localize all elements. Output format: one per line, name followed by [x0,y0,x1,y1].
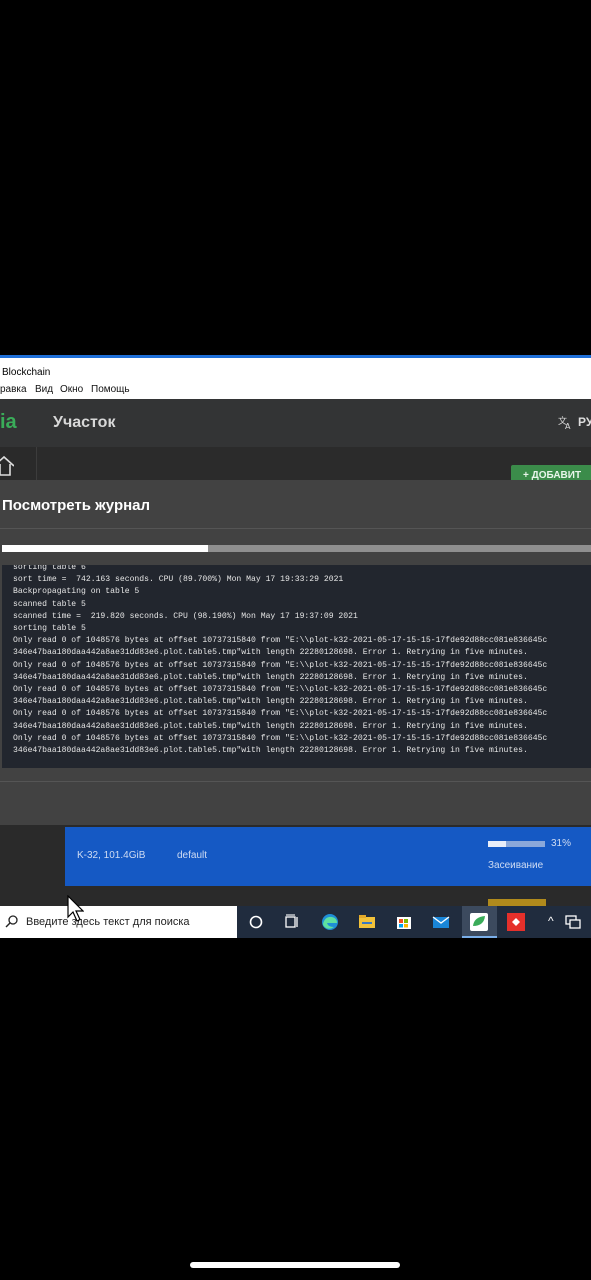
divider [0,528,591,529]
plot-pool: default [177,850,208,861]
plot-progress-fill [488,841,506,847]
mouse-cursor-icon [67,895,84,922]
dialog-title: Посмотреть журнал [2,497,151,514]
plot-row[interactable]: K-32, 101.4GiB default 31% Засеивание [65,827,591,886]
chia-logo: ia [0,411,17,433]
desktop-screen: Blockchain равка Вид Окно Помощь ia Учас… [0,355,591,938]
search-icon [5,915,18,928]
window-title-bar: Blockchain [0,355,591,382]
anydesk-icon[interactable] [505,911,527,933]
home-indicator[interactable] [190,1262,400,1268]
chia-icon[interactable] [468,911,490,933]
menu-edit[interactable]: равка [0,384,27,395]
menu-bar: равка Вид Окно Помощь [0,382,591,399]
plot-row-edge [488,899,546,906]
progress-bar-fill [2,545,209,552]
language-label[interactable]: РУ [578,415,591,429]
translate-icon[interactable]: 文 A [558,415,572,429]
windows-taskbar: Введите здесь текст для поиска ^ [0,906,591,938]
menu-view[interactable]: Вид [35,384,53,395]
home-icon[interactable] [0,455,14,477]
network-icon[interactable] [564,913,582,931]
search-placeholder: Введите здесь текст для поиска [26,916,190,928]
view-log-dialog: Посмотреть журнал sorting table 6 sort t… [0,480,591,825]
window-title: Blockchain [2,367,51,378]
log-output[interactable]: sorting table 6 sort time = 742.163 seco… [2,565,591,768]
menu-help[interactable]: Помощь [91,384,130,395]
active-app-indicator [462,936,497,938]
divider [0,781,591,782]
plot-size: K-32, 101.4GiB [77,850,146,861]
progress-bar [2,545,591,552]
edge-icon[interactable] [319,911,341,933]
app-header: ia Участок 文 A РУ [0,399,591,447]
menu-window[interactable]: Окно [60,384,83,395]
store-icon[interactable] [393,911,415,933]
mail-icon[interactable] [430,911,452,933]
plot-progress-percent: 31% [551,838,572,849]
cortana-icon[interactable] [245,911,267,933]
log-text: sorting table 6 sort time = 742.163 seco… [13,565,548,756]
task-view-icon[interactable] [281,911,303,933]
taskbar-search[interactable]: Введите здесь текст для поиска [0,906,237,938]
chevron-up-icon[interactable]: ^ [548,914,554,928]
page-title: Участок [53,414,116,431]
file-explorer-icon[interactable] [356,911,378,933]
plot-progress-bar [488,841,545,847]
svg-text:A: A [565,422,571,429]
plot-status: Засеивание [488,860,544,871]
